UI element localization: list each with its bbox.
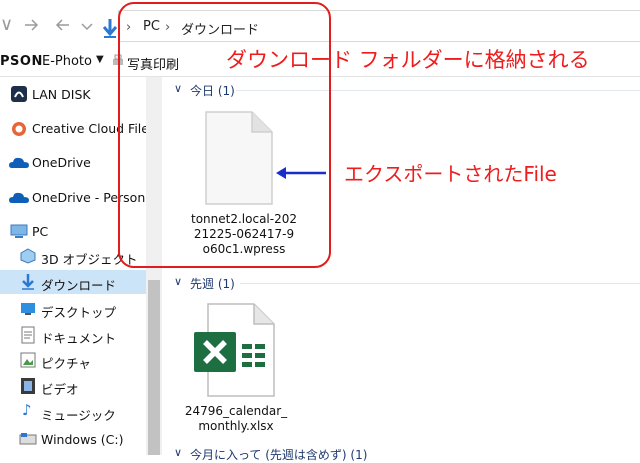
creative-cloud-icon (12, 122, 26, 136)
sidebar-item-documents[interactable]: ドキュメント (0, 323, 146, 347)
lan-disk-icon (11, 86, 27, 102)
group-divider (240, 283, 640, 284)
sidebar-item-downloads[interactable]: ダウンロード (0, 270, 146, 294)
onedrive-cloud-icon (9, 192, 29, 203)
document-icon (21, 326, 35, 344)
e-photo-dropdown-icon[interactable]: ▼ (96, 54, 104, 65)
onedrive-cloud-icon (9, 157, 29, 168)
file-item-xlsx[interactable]: 24796_calendar_ monthly.xlsx (180, 300, 292, 440)
sidebar-item-pictures[interactable]: ピクチャ (0, 348, 146, 372)
download-folder-icon (103, 19, 117, 38)
download-arrow-icon (22, 274, 34, 290)
drive-icon (19, 433, 37, 445)
sidebar-item-desktop[interactable]: デスクトップ (0, 297, 146, 321)
group-collapse-chevron-icon[interactable]: ∨ (174, 275, 182, 288)
file-name: 24796_calendar_ monthly.xlsx (184, 404, 288, 433)
desktop-icon (21, 303, 35, 315)
sidebar-scrollbar-thumb[interactable] (148, 280, 160, 455)
sidebar-item-music[interactable]: ♪ ミュージック (0, 400, 146, 424)
sidebar-item-windows-c[interactable]: Windows (C:) (0, 427, 146, 451)
file-annotation: エクスポートされたFile (344, 162, 557, 186)
e-photo-button[interactable]: E-Photo (42, 54, 92, 69)
pc-monitor-icon (10, 224, 28, 238)
highlight-frame (118, 2, 331, 268)
back-arrow-icon[interactable] (52, 14, 72, 36)
group-header-last-week[interactable]: 先週 (1) (190, 275, 235, 292)
excel-file-icon (194, 303, 275, 397)
pointer-arrow-icon (276, 167, 326, 179)
forward-arrow-icon[interactable] (22, 14, 42, 36)
brand-label: PSON (0, 54, 43, 69)
sidebar-item-videos[interactable]: ビデオ (0, 374, 146, 398)
music-note-icon: ♪ (22, 401, 32, 419)
group-collapse-chevron-icon[interactable]: ∨ (174, 446, 182, 459)
folder-annotation: ダウンロード フォルダーに格納される (226, 48, 590, 72)
pictures-icon (20, 352, 36, 368)
3d-objects-icon (20, 248, 36, 264)
video-film-icon (21, 378, 35, 394)
recent-locations-chevron-icon[interactable]: ∨ (0, 14, 15, 35)
dropdown-chevron-icon[interactable] (78, 16, 96, 36)
